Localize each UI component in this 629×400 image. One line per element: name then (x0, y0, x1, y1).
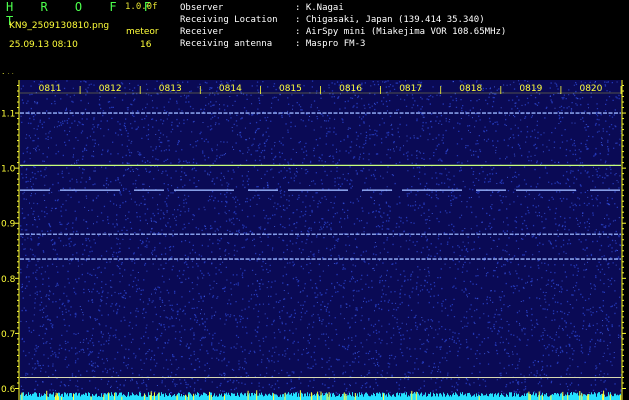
y-tick-label: 0.7 (1, 330, 15, 340)
meta-receiver: Receiver: AirSpy mini (Miakejima VOR 108… (180, 27, 507, 37)
x-tick-label: 0819 (519, 84, 542, 94)
y-tick-label: 0.9 (1, 220, 16, 230)
x-tick-label: 0820 (579, 84, 602, 94)
spectrogram-background (20, 80, 621, 400)
app-version: 1.0.0f (125, 2, 158, 12)
y-tick-label: 1.1 (1, 110, 15, 120)
image-filename: KN9_2509130810.png (9, 21, 110, 31)
x-tick-label: 0814 (219, 84, 242, 94)
meteor-label: meteor (126, 27, 159, 37)
x-tick-label: 0813 (159, 84, 182, 94)
meta-antenna: Receiving antenna: Maspro FM-3 (180, 39, 366, 49)
header-left: H R O F F T 1.0.0f KN9_2509130810.png me… (0, 0, 170, 72)
y-tick-label: 0.8 (1, 275, 16, 285)
meta-observer: Observer: K.Nagai (180, 3, 344, 13)
meta-location: Receiving Location: Chigasaki, Japan (13… (180, 15, 485, 25)
spectrogram: 1.1 1.0 0.9 0.8 0.7 0.6 0811 0812 0813 0814 0815 0… (0, 74, 629, 400)
x-tick-label: 0817 (399, 84, 422, 94)
x-tick-label: 0816 (339, 84, 362, 94)
x-tick-label: 0815 (279, 84, 302, 94)
y-tick-label: 1.0 (1, 165, 16, 175)
y-tick-label: 0.6 (1, 385, 16, 395)
x-tick-label: 0811 (39, 84, 62, 94)
x-tick-label: 0818 (459, 84, 482, 94)
x-tick-label: 0812 (99, 84, 122, 94)
meteor-count: 16 (140, 40, 152, 50)
capture-datetime: 25.09.13 08:10 (9, 40, 78, 50)
